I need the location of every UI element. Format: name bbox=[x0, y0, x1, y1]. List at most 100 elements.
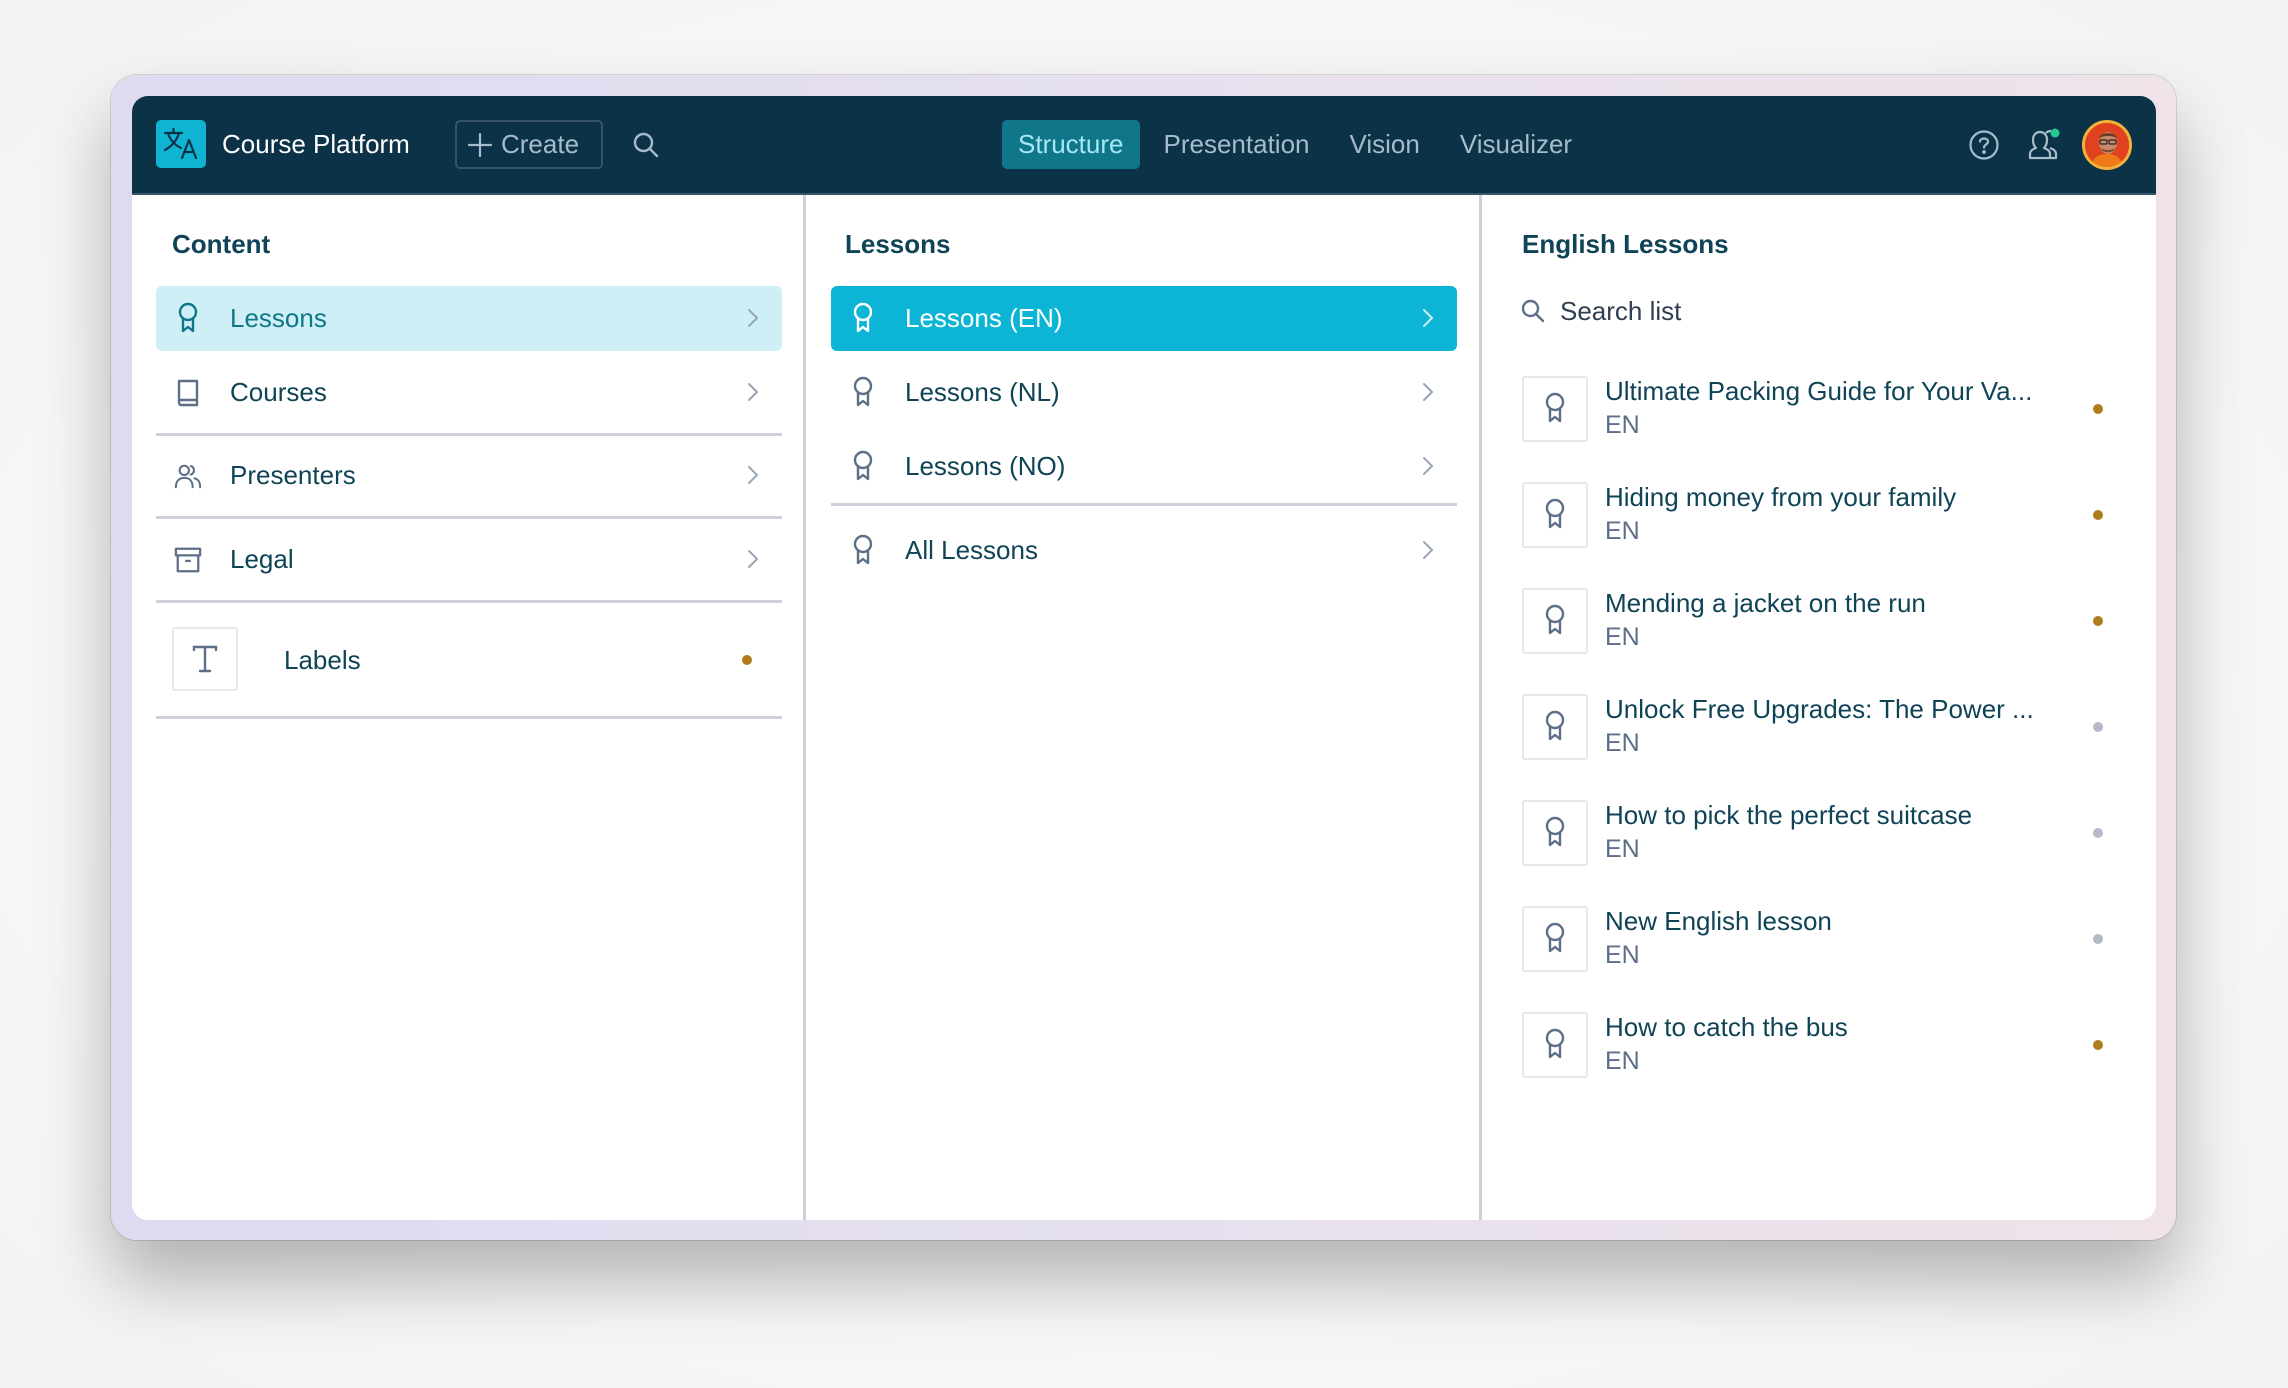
chevron-right-icon bbox=[1423, 457, 1434, 475]
lesson-language: EN bbox=[1605, 1047, 1640, 1075]
content-item-legal[interactable]: Legal bbox=[156, 527, 782, 592]
tab-visualizer[interactable]: Visualizer bbox=[1444, 120, 1588, 169]
book-icon bbox=[174, 376, 202, 410]
lesson-title: How to pick the perfect suitcase bbox=[1605, 800, 1973, 830]
create-label: Create bbox=[501, 129, 580, 159]
search-icon bbox=[1521, 299, 1545, 323]
lessons-item-all[interactable]: All Lessons bbox=[831, 518, 1457, 583]
lesson-list-item[interactable]: Mending a jacket on the run EN bbox=[1522, 588, 2122, 654]
lesson-title: How to catch the bus bbox=[1605, 1012, 1848, 1042]
lesson-title: Unlock Free Upgrades: The Power ... bbox=[1605, 694, 2034, 724]
lessons-item-label: Lessons (NL) bbox=[905, 377, 1060, 407]
chevron-right-icon bbox=[748, 550, 759, 568]
lesson-list-item[interactable]: How to catch the bus EN bbox=[1522, 1012, 2122, 1078]
content-item-presenters[interactable]: Presenters bbox=[156, 443, 782, 508]
award-icon bbox=[1545, 604, 1565, 635]
award-icon bbox=[849, 534, 877, 568]
lesson-title: Hiding money from your family bbox=[1605, 482, 1957, 512]
content-item-courses[interactable]: Courses bbox=[156, 360, 782, 425]
avatar-image bbox=[2085, 123, 2129, 167]
lessons-item-label: All Lessons bbox=[905, 535, 1038, 565]
labels-thumb bbox=[172, 627, 238, 691]
lesson-list-item[interactable]: New English lesson EN bbox=[1522, 906, 2122, 972]
chevron-right-icon bbox=[1423, 541, 1434, 559]
status-dot bbox=[2093, 510, 2103, 520]
status-dot bbox=[2093, 1040, 2103, 1050]
global-search-button[interactable] bbox=[631, 130, 661, 160]
lesson-language: EN bbox=[1605, 623, 1640, 651]
users-icon bbox=[174, 459, 202, 493]
list-search bbox=[1520, 291, 2060, 331]
create-button[interactable]: Create bbox=[455, 120, 603, 169]
award-icon bbox=[1545, 392, 1565, 423]
lesson-thumb bbox=[1522, 1012, 1588, 1078]
lessons-item-label: Lessons (EN) bbox=[905, 303, 1063, 333]
content-item-labels[interactable]: Labels bbox=[156, 627, 782, 693]
divider bbox=[156, 716, 782, 719]
lesson-list-item[interactable]: How to pick the perfect suitcase EN bbox=[1522, 800, 2122, 866]
status-dot bbox=[2093, 722, 2103, 732]
lesson-list-item[interactable]: Hiding money from your family EN bbox=[1522, 482, 2122, 548]
award-icon bbox=[1545, 1028, 1565, 1059]
status-dot bbox=[2093, 616, 2103, 626]
content-item-label: Courses bbox=[230, 377, 327, 407]
chevron-right-icon bbox=[1423, 383, 1434, 401]
search-list-input[interactable] bbox=[1560, 295, 2060, 327]
text-icon bbox=[192, 645, 218, 673]
translate-icon bbox=[163, 127, 198, 160]
chevron-right-icon bbox=[748, 466, 759, 484]
award-icon bbox=[1545, 922, 1565, 953]
english-lessons-heading: English Lessons bbox=[1522, 229, 1729, 259]
help-button[interactable] bbox=[1967, 128, 2001, 162]
tab-presentation[interactable]: Presentation bbox=[1148, 120, 1326, 169]
lesson-thumb bbox=[1522, 376, 1588, 442]
lesson-language: EN bbox=[1605, 835, 1640, 863]
search-icon bbox=[633, 132, 659, 158]
divider bbox=[156, 433, 782, 436]
lesson-thumb bbox=[1522, 482, 1588, 548]
lessons-item-no[interactable]: Lessons (NO) bbox=[831, 434, 1457, 499]
status-dot bbox=[2093, 404, 2103, 414]
top-bar: Course Platform Create Structure Present… bbox=[132, 96, 2156, 195]
content-item-lessons[interactable]: Lessons bbox=[156, 286, 782, 351]
lesson-title: New English lesson bbox=[1605, 906, 1832, 936]
lesson-language: EN bbox=[1605, 517, 1640, 545]
lessons-item-en[interactable]: Lessons (EN) bbox=[831, 286, 1457, 351]
lesson-language: EN bbox=[1605, 941, 1640, 969]
lesson-thumb bbox=[1522, 906, 1588, 972]
chevron-right-icon bbox=[1423, 309, 1434, 327]
app-title: Course Platform bbox=[222, 129, 410, 159]
lesson-language: EN bbox=[1605, 411, 1640, 439]
tab-vision[interactable]: Vision bbox=[1333, 120, 1435, 169]
content-item-label: Legal bbox=[230, 544, 294, 574]
lesson-thumb bbox=[1522, 588, 1588, 654]
award-icon bbox=[849, 376, 877, 410]
lesson-list-item[interactable]: Ultimate Packing Guide for Your Va... EN bbox=[1522, 376, 2122, 442]
award-icon bbox=[849, 302, 877, 336]
status-dot bbox=[2093, 934, 2103, 944]
content-item-label: Presenters bbox=[230, 460, 356, 490]
english-lessons-column: English Lessons Ultimate Packing Guide f… bbox=[1482, 195, 2156, 1220]
divider bbox=[156, 600, 782, 603]
app-logo[interactable] bbox=[156, 120, 206, 168]
main-nav-tabs: Structure Presentation Vision Visualizer bbox=[1002, 120, 1596, 169]
lesson-title: Mending a jacket on the run bbox=[1605, 588, 1926, 618]
divider bbox=[156, 516, 782, 519]
award-icon bbox=[1545, 816, 1565, 847]
status-dot bbox=[742, 655, 752, 665]
content-item-label: Lessons bbox=[230, 303, 327, 333]
lessons-item-label: Lessons (NO) bbox=[905, 451, 1066, 481]
collaborators-button[interactable] bbox=[2024, 124, 2064, 164]
award-icon bbox=[849, 450, 877, 484]
award-icon bbox=[1545, 498, 1565, 529]
tab-structure[interactable]: Structure bbox=[1002, 120, 1140, 169]
lesson-title: Ultimate Packing Guide for Your Va... bbox=[1605, 376, 2033, 406]
lessons-item-nl[interactable]: Lessons (NL) bbox=[831, 360, 1457, 425]
award-icon bbox=[1545, 710, 1565, 741]
content-column: Content Lessons Courses Presenters Legal… bbox=[132, 195, 806, 1220]
lessons-column: Lessons Lessons (EN) Lessons (NL) Lesson… bbox=[806, 195, 1482, 1220]
lesson-thumb bbox=[1522, 800, 1588, 866]
content-heading: Content bbox=[172, 229, 271, 259]
lesson-list-item[interactable]: Unlock Free Upgrades: The Power ... EN bbox=[1522, 694, 2122, 760]
user-avatar[interactable] bbox=[2082, 120, 2132, 170]
